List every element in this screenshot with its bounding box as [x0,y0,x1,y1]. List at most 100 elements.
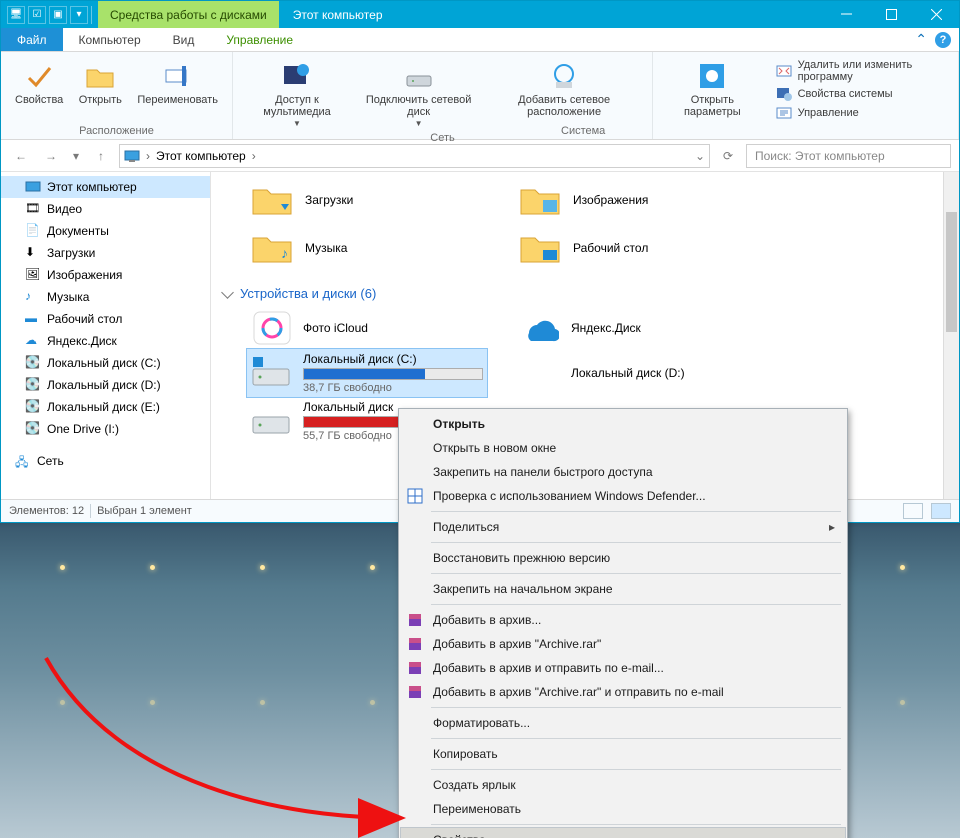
ribbon-btn-manage[interactable]: Управление [772,104,950,122]
maximize-button[interactable] [869,1,914,28]
context-menu: Открыть Открыть в новом окне Закрепить н… [398,408,848,838]
yadisk-icon [519,310,561,346]
folder-item-desktop[interactable]: Рабочий стол [515,224,755,272]
rename-icon [162,60,194,92]
sidebar-item[interactable]: 🎞Видео [1,198,210,220]
menu-item-open-new[interactable]: Открыть в новом окне [401,436,845,460]
breadcrumb-item[interactable]: Этот компьютер [156,149,246,163]
view-details-button[interactable] [903,503,923,519]
sidebar-item[interactable]: 📄Документы [1,220,210,242]
tab-view[interactable]: Вид [157,28,211,51]
drive-icon: 💽 [25,399,41,415]
sidebar-item[interactable]: 💽Локальный диск (D:) [1,374,210,396]
rar-icon [405,683,425,701]
nav-forward-button[interactable]: → [39,144,63,168]
menu-item-open[interactable]: Открыть [401,412,845,436]
sidebar-item[interactable]: 🖼Изображения [1,264,210,286]
sidebar-item-network[interactable]: 🖧Сеть [1,450,210,472]
svg-text:♪: ♪ [281,245,288,261]
network-icon: 🖧 [15,453,31,469]
status-selection: Выбран 1 элемент [97,505,192,517]
menu-item-properties[interactable]: Свойства [401,828,845,838]
sidebar-item-this-pc[interactable]: Этот компьютер [1,176,210,198]
ribbon-group-location: Свойства Открыть Переименовать Расположе… [1,52,233,139]
nav-up-button[interactable]: ↑ [89,144,113,168]
tab-computer[interactable]: Компьютер [63,28,157,51]
pictures-icon: 🖼 [25,267,41,283]
section-header-devices[interactable]: Устройства и диски (6) [223,286,947,301]
ribbon-btn-open-settings[interactable]: Открыть параметры [661,56,764,120]
nav-bar: ← → ▾ ↑ › Этот компьютер › ⌄ ⟳ [1,140,959,172]
menu-item-rar-mail[interactable]: Добавить в архив и отправить по e-mail..… [401,656,845,680]
search-input[interactable] [753,148,944,164]
media-icon [281,60,313,92]
menu-item-shortcut[interactable]: Создать ярлык [401,773,845,797]
nav-refresh-button[interactable]: ⟳ [716,144,740,168]
drive-item-yadisk[interactable]: Яндекс.Диск [515,307,755,349]
drive-net-icon [403,60,435,92]
menu-item-rar-add[interactable]: Добавить в архив... [401,608,845,632]
yadisk-icon: ☁ [25,333,41,349]
ribbon-btn-rename[interactable]: Переименовать [131,56,224,108]
sidebar-item[interactable]: 💽Локальный диск (C:) [1,352,210,374]
ribbon-collapse-icon[interactable]: ⌃ [915,31,927,48]
menu-item-format[interactable]: Форматировать... [401,711,845,735]
close-button[interactable] [914,1,959,28]
ribbon: Свойства Открыть Переименовать Расположе… [1,52,959,140]
tab-file[interactable]: Файл [1,28,63,51]
ribbon-btn-properties[interactable]: Свойства [9,56,69,108]
drive-item-c[interactable]: Локальный диск (C:) 38,7 ГБ свободно [247,349,487,397]
ribbon-btn-sysprops[interactable]: Свойства системы [772,85,950,103]
drive-label: Локальный диск (D:) [571,366,751,380]
menu-item-copy[interactable]: Копировать [401,742,845,766]
tab-manage[interactable]: Управление [210,28,309,51]
search-box[interactable] [746,144,951,168]
menu-item-pin-start[interactable]: Закрепить на начальном экране [401,577,845,601]
scrollbar-thumb[interactable] [946,212,957,332]
sidebar-item[interactable]: ♪Музыка [1,286,210,308]
drive-icon: 💽 [25,355,41,371]
minimize-button[interactable] [824,1,869,28]
nav-back-button[interactable]: ← [9,144,33,168]
menu-item-rar-add-name[interactable]: Добавить в архив "Archive.rar" [401,632,845,656]
ribbon-btn-media[interactable]: Доступ к мультимедиа▼ [241,56,353,132]
drive-item-icloud[interactable]: Фото iCloud [247,307,487,349]
help-icon[interactable]: ? [935,32,951,48]
folder-item-music[interactable]: ♪Музыка [247,224,487,272]
folder-icon [519,182,561,218]
ribbon-group-label: Расположение [79,125,154,137]
status-item-count: Элементов: 12 [9,505,84,517]
menu-item-rename[interactable]: Переименовать [401,797,845,821]
vertical-scrollbar[interactable] [943,172,959,499]
folder-item-pictures[interactable]: Изображения [515,176,755,224]
ribbon-btn-map-drive[interactable]: Подключить сетевой диск▼ [355,56,482,132]
ribbon-btn-uninstall[interactable]: Удалить или изменить программу [772,58,950,84]
sidebar-item[interactable]: 💽Локальный диск (E:) [1,396,210,418]
ribbon-context-title: Средства работы с дисками [98,1,279,28]
drive-icon: 💽 [25,377,41,393]
qat-dropdown-icon[interactable]: ▾ [70,6,88,24]
folder-item-downloads[interactable]: Загрузки [247,176,487,224]
menu-item-defender[interactable]: Проверка с использованием Windows Defend… [401,484,845,508]
folder-open-icon [84,60,116,92]
ribbon-btn-open[interactable]: Открыть [71,56,129,108]
menu-item-rar-mail-name[interactable]: Добавить в архив "Archive.rar" и отправи… [401,680,845,704]
qat-checkbox-icon[interactable]: ☑ [28,6,46,24]
window-title: Этот компьютер [279,1,397,28]
view-tiles-button[interactable] [931,503,951,519]
sidebar-item[interactable]: ☁Яндекс.Диск [1,330,210,352]
menu-item-restore[interactable]: Восстановить прежнюю версию [401,546,845,570]
drive-item-d[interactable]: Локальный диск (D:) [515,349,755,397]
app-icon: 🖥 [7,6,25,24]
sidebar-item[interactable]: ⬇Загрузки [1,242,210,264]
sidebar-item[interactable]: ▬Рабочий стол [1,308,210,330]
qat-props-icon[interactable]: ▣ [49,6,67,24]
sidebar-item[interactable]: 💽One Drive (I:) [1,418,210,440]
nav-history-button[interactable]: ▾ [69,144,83,168]
menu-item-pin-quick[interactable]: Закрепить на панели быстрого доступа [401,460,845,484]
menu-item-share[interactable]: Поделиться▸ [401,515,845,539]
ribbon-btn-add-netloc[interactable]: Добавить сетевое расположение [484,56,644,132]
photos-icon [251,310,293,346]
drive-icon [251,403,293,439]
breadcrumb[interactable]: › Этот компьютер › ⌄ [119,144,710,168]
